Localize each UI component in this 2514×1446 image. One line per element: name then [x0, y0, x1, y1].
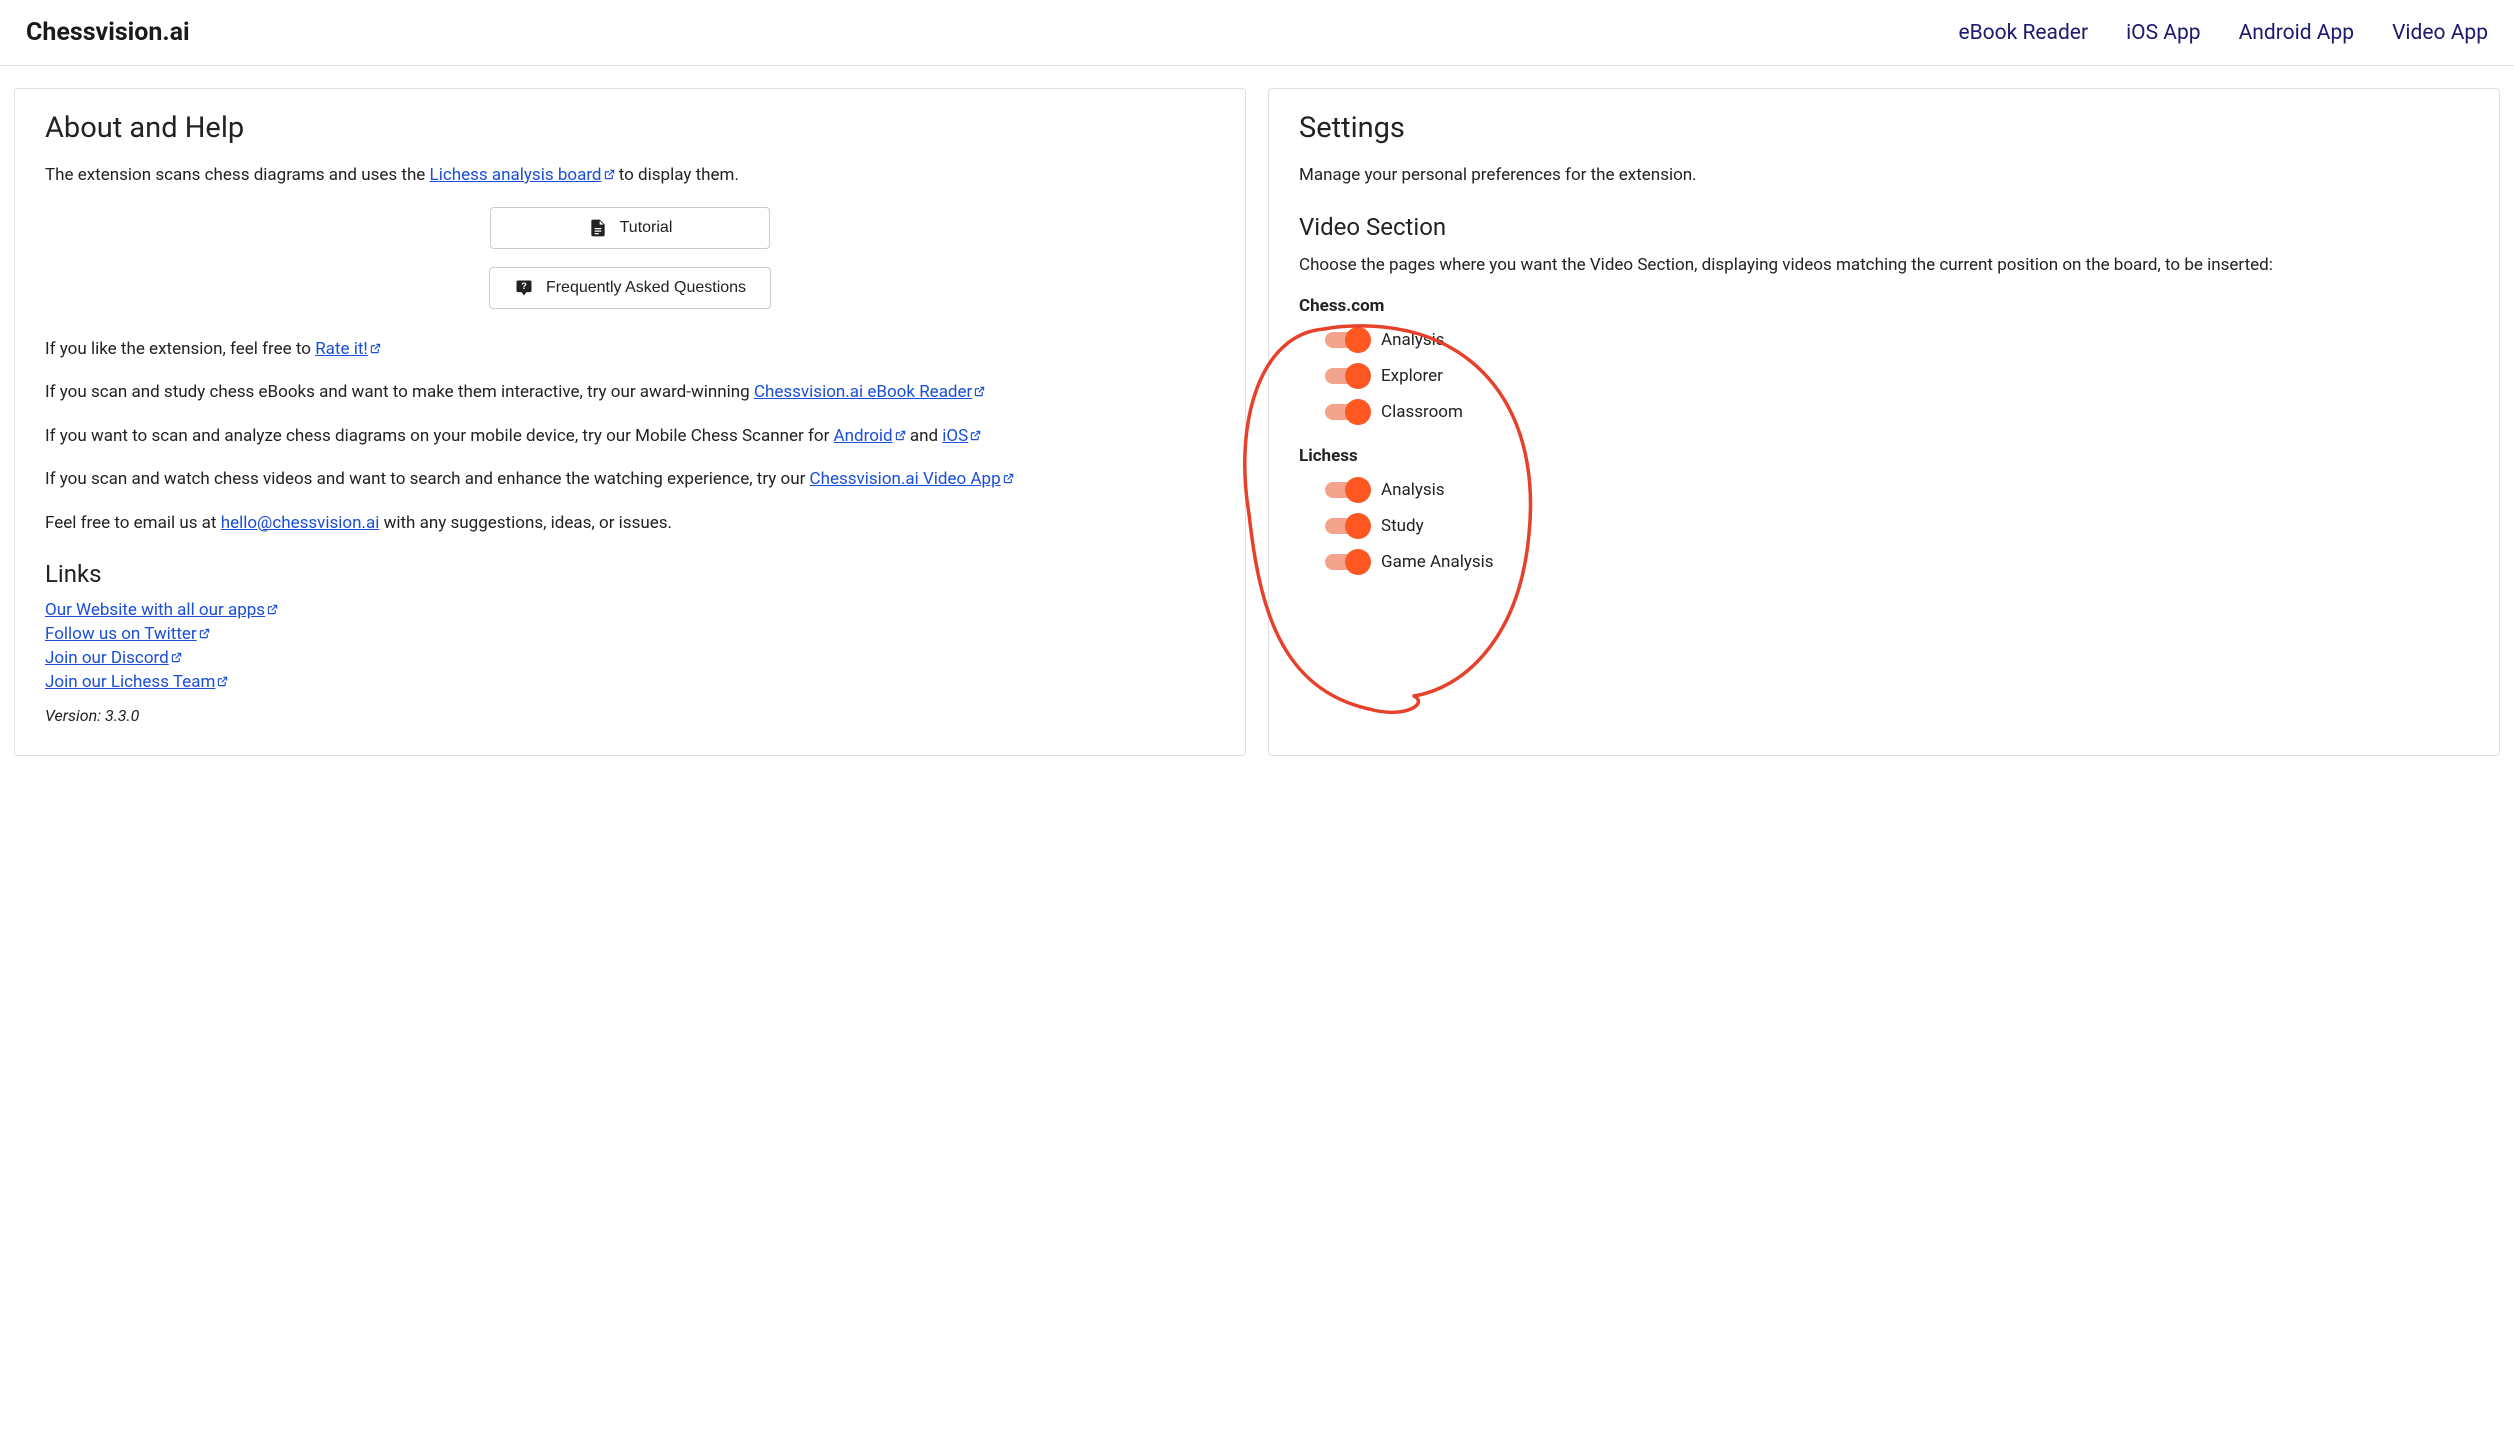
- group-label-lichess: Lichess: [1299, 446, 2469, 466]
- toggle-label: Analysis: [1381, 330, 1445, 350]
- lichess-team-link[interactable]: Join our Lichess Team: [45, 672, 1215, 692]
- toggle-row: Explorer: [1299, 358, 2469, 394]
- mobile-paragraph: If you want to scan and analyze chess di…: [45, 424, 1215, 450]
- help-buttons: Tutorial ? Frequently Asked Questions: [45, 207, 1215, 309]
- question-icon: ?: [514, 278, 534, 298]
- nav-video-app[interactable]: Video App: [2392, 21, 2488, 45]
- external-link-icon: [370, 343, 381, 354]
- toggle-chesscom-analysis[interactable]: [1325, 332, 1367, 348]
- about-intro: The extension scans chess diagrams and u…: [45, 163, 1215, 189]
- video-app-link[interactable]: Chessvision.ai Video App: [810, 469, 1014, 489]
- rate-link[interactable]: Rate it!: [315, 339, 381, 359]
- about-title: About and Help: [45, 111, 1215, 145]
- toggle-group-chesscom: Chess.com Analysis Explorer Classroom: [1299, 296, 2469, 430]
- video-section-desc: Choose the pages where you want the Vide…: [1299, 253, 2469, 279]
- group-label-chesscom: Chess.com: [1299, 296, 2469, 316]
- toggle-label: Study: [1381, 516, 1424, 536]
- rate-paragraph: If you like the extension, feel free to …: [45, 337, 1215, 363]
- version-label: Version: 3.3.0: [45, 706, 1215, 725]
- external-link-icon: [895, 430, 906, 441]
- top-nav: eBook Reader iOS App Android App Video A…: [1958, 21, 2488, 45]
- external-link-icon: [171, 652, 182, 663]
- ebook-paragraph: If you scan and study chess eBooks and w…: [45, 380, 1215, 406]
- external-link-icon: [199, 628, 210, 639]
- nav-ebook-reader[interactable]: eBook Reader: [1958, 21, 2088, 45]
- toggle-row: Analysis: [1299, 472, 2469, 508]
- brand-logo: Chessvision.ai: [26, 18, 190, 47]
- document-icon: [588, 218, 608, 238]
- toggle-row: Game Analysis: [1299, 544, 2469, 580]
- nav-android-app[interactable]: Android App: [2239, 21, 2354, 45]
- toggle-row: Classroom: [1299, 394, 2469, 430]
- header: Chessvision.ai eBook Reader iOS App Andr…: [0, 0, 2514, 66]
- email-paragraph: Feel free to email us at hello@chessvisi…: [45, 511, 1215, 537]
- ebook-reader-link[interactable]: Chessvision.ai eBook Reader: [754, 382, 985, 402]
- main: About and Help The extension scans chess…: [0, 66, 2514, 778]
- settings-panel: Settings Manage your personal preference…: [1268, 88, 2500, 756]
- tutorial-button[interactable]: Tutorial: [490, 207, 770, 249]
- twitter-link[interactable]: Follow us on Twitter: [45, 624, 1215, 644]
- faq-button[interactable]: ? Frequently Asked Questions: [489, 267, 771, 309]
- links-title: Links: [45, 560, 1215, 588]
- toggle-chesscom-classroom[interactable]: [1325, 404, 1367, 420]
- toggle-lichess-analysis[interactable]: [1325, 482, 1367, 498]
- nav-ios-app[interactable]: iOS App: [2126, 21, 2201, 45]
- toggle-lichess-game-analysis[interactable]: [1325, 554, 1367, 570]
- external-link-icon: [974, 386, 985, 397]
- ios-link[interactable]: iOS: [942, 426, 981, 446]
- toggle-group-lichess: Lichess Analysis Study Game Analysis: [1299, 446, 2469, 580]
- discord-link[interactable]: Join our Discord: [45, 648, 1215, 668]
- settings-subtitle: Manage your personal preferences for the…: [1299, 163, 2469, 189]
- about-panel: About and Help The extension scans chess…: [14, 88, 1246, 756]
- email-link[interactable]: hello@chessvision.ai: [221, 513, 380, 533]
- toggle-row: Analysis: [1299, 322, 2469, 358]
- toggle-row: Study: [1299, 508, 2469, 544]
- toggle-label: Classroom: [1381, 402, 1463, 422]
- external-link-icon: [267, 604, 278, 615]
- external-link-icon: [217, 676, 228, 687]
- video-section-title: Video Section: [1299, 213, 2469, 241]
- toggle-label: Game Analysis: [1381, 552, 1494, 572]
- toggle-lichess-study[interactable]: [1325, 518, 1367, 534]
- svg-text:?: ?: [521, 280, 527, 290]
- lichess-analysis-link[interactable]: Lichess analysis board: [430, 165, 615, 185]
- toggle-label: Analysis: [1381, 480, 1445, 500]
- toggle-label: Explorer: [1381, 366, 1443, 386]
- website-link[interactable]: Our Website with all our apps: [45, 600, 1215, 620]
- links-list: Our Website with all our apps Follow us …: [45, 600, 1215, 692]
- external-link-icon: [1003, 473, 1014, 484]
- android-link[interactable]: Android: [834, 426, 906, 446]
- video-paragraph: If you scan and watch chess videos and w…: [45, 467, 1215, 493]
- toggle-chesscom-explorer[interactable]: [1325, 368, 1367, 384]
- external-link-icon: [604, 169, 615, 180]
- external-link-icon: [970, 430, 981, 441]
- settings-title: Settings: [1299, 111, 2469, 145]
